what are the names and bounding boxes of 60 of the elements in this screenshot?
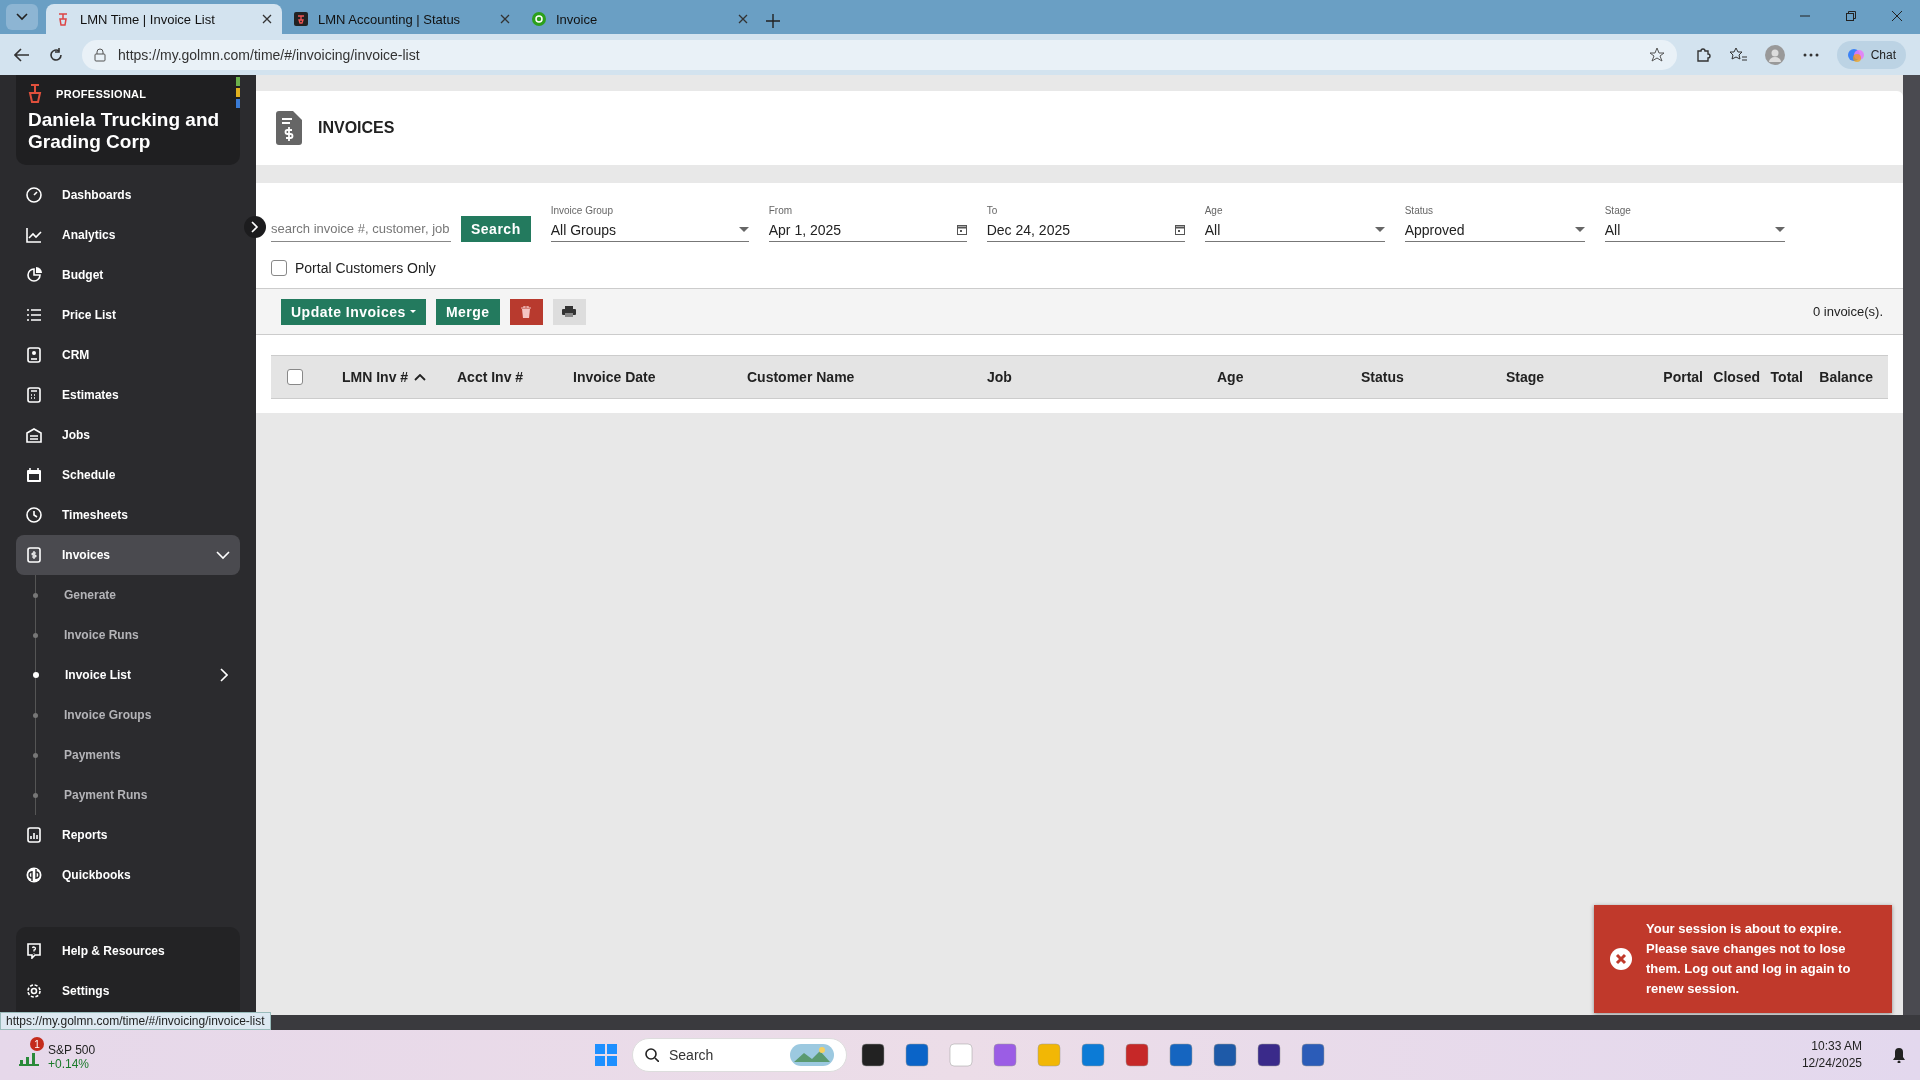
chat-button[interactable]: Chat xyxy=(1836,40,1906,69)
column-header[interactable]: Invoice Date xyxy=(573,369,747,385)
taskbar-search[interactable]: Search xyxy=(632,1038,847,1072)
column-header[interactable]: Total xyxy=(1768,369,1811,385)
nav-item[interactable]: Invoices xyxy=(16,535,240,575)
stock-name: S&P 500 xyxy=(48,1043,96,1057)
search-button[interactable]: Search xyxy=(461,216,531,242)
column-header[interactable]: Stage xyxy=(1506,369,1655,385)
address-bar[interactable]: https://my.golmn.com/time/#/invoicing/invoice-list xyxy=(82,39,1677,70)
column-header[interactable]: Status xyxy=(1361,369,1506,385)
update-invoices-button[interactable]: Update Invoices xyxy=(281,298,426,325)
nav-subitem[interactable]: Invoice List xyxy=(16,655,240,695)
column-header[interactable]: Acct Inv # xyxy=(457,369,573,385)
nav-item[interactable]: Analytics xyxy=(16,215,240,255)
stock-widget[interactable]: 1 S&P 500 +0.14% xyxy=(14,1037,100,1073)
filter-field[interactable]: Invoice Group All Groups xyxy=(550,205,749,242)
nav-subitem[interactable]: Generate xyxy=(16,575,240,615)
column-header[interactable]: Age xyxy=(1217,369,1361,385)
nav-item[interactable]: Budget xyxy=(16,255,240,295)
nav-item[interactable]: Quickbooks xyxy=(16,855,240,895)
nav-item[interactable]: Estimates xyxy=(16,375,240,415)
nav-item[interactable]: Reports xyxy=(16,815,240,855)
browser-tab[interactable]: LMN Time | Invoice List xyxy=(46,4,282,34)
filter-field[interactable]: From Apr 1, 2025 xyxy=(768,205,967,242)
nav-item[interactable]: Timesheets xyxy=(16,495,240,535)
toast-message: Your session is about to expire. Please save changes not to lose them. Log out and log in again to renew session. xyxy=(1646,920,1852,998)
nav-subitem[interactable]: Payments xyxy=(16,735,240,775)
column-header[interactable]: Closed xyxy=(1711,369,1768,385)
company-name: Daniela Trucking and Grading Corp xyxy=(28,109,221,154)
column-header[interactable]: Job xyxy=(987,369,1217,385)
nav-item[interactable]: Schedule xyxy=(16,455,240,495)
nav-item[interactable]: Help & Resources xyxy=(16,931,240,971)
column-header[interactable]: LMN Inv # xyxy=(342,369,457,385)
notification-badge: 1 xyxy=(30,1037,44,1051)
clock-time: 10:33 AM xyxy=(1810,1038,1862,1055)
nav-subitem[interactable]: Payment Runs xyxy=(16,775,240,815)
stock-change: +0.14% xyxy=(48,1057,91,1071)
nav-item[interactable]: Price List xyxy=(16,295,240,335)
column-header[interactable]: Portal xyxy=(1655,369,1711,385)
nav-item[interactable]: Dashboards xyxy=(16,175,240,215)
invoice-count: 0 invoice(s). xyxy=(1812,304,1883,319)
checkbox-label: Portal Customers Only xyxy=(295,260,436,276)
filter-field[interactable]: Stage All xyxy=(1604,205,1785,242)
browser-tab[interactable]: LMN Accounting | Status xyxy=(284,4,520,34)
clock-date: 12/24/2025 xyxy=(1801,1055,1862,1072)
nav-item[interactable]: CRM xyxy=(16,335,240,375)
nav-subitem[interactable]: Invoice Runs xyxy=(16,615,240,655)
filter-field[interactable]: To Dec 24, 2025 xyxy=(986,205,1185,242)
nav-subitem[interactable]: Invoice Groups xyxy=(16,695,240,735)
column-header[interactable]: Balance xyxy=(1811,369,1881,385)
merge-button[interactable]: Merge xyxy=(435,298,500,325)
status-url: https://my.golmn.com/time/#/invoicing/invoice-list xyxy=(0,1012,271,1030)
browser-tab[interactable]: Invoice xyxy=(522,4,758,34)
column-header[interactable]: Customer Name xyxy=(747,369,987,385)
plan-label: PROFESSIONAL xyxy=(56,88,147,100)
filter-field[interactable]: Age All xyxy=(1204,205,1385,242)
nav-item[interactable]: Jobs xyxy=(16,415,240,455)
page-title: INVOICES xyxy=(318,119,395,137)
nav-item[interactable]: Settings xyxy=(16,971,240,1011)
filter-field[interactable]: Status Approved xyxy=(1404,205,1585,242)
